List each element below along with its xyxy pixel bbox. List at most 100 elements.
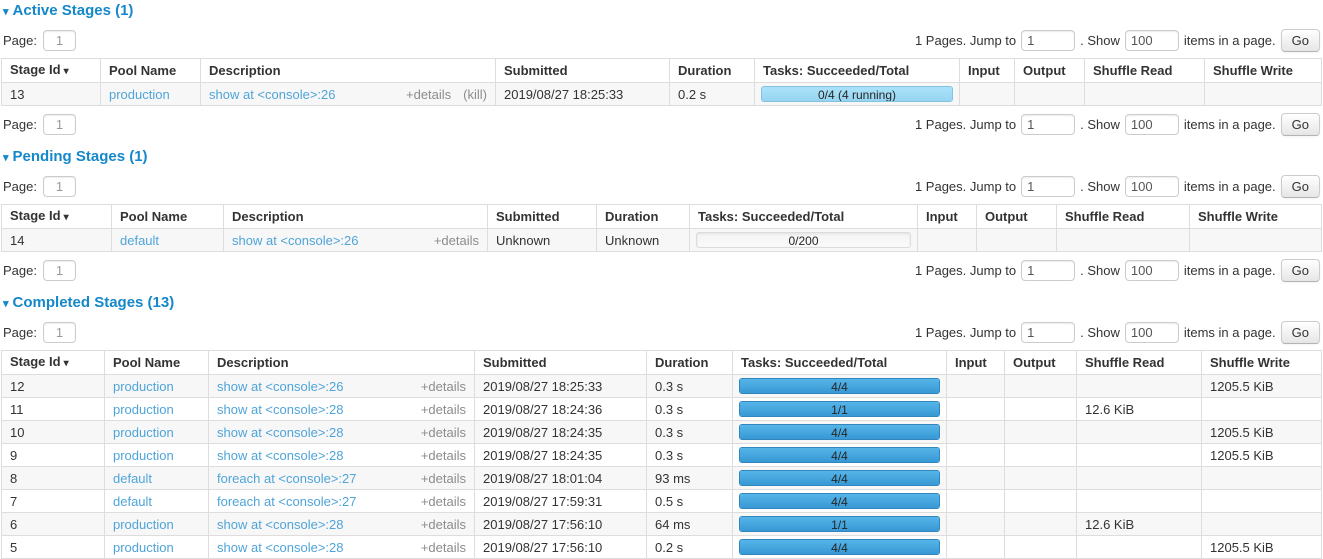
go-button[interactable]: Go [1281,113,1320,136]
shuffle-read-cell [1077,444,1202,467]
tasks-progress-bar: 1/1 [739,401,940,417]
pool-name-link[interactable]: production [113,379,174,394]
submitted-cell: 2019/08/27 18:01:04 [475,467,647,490]
col-submitted[interactable]: Submitted [496,59,670,83]
pool-name-link[interactable]: default [113,494,152,509]
col-duration[interactable]: Duration [597,205,690,229]
page-number-input[interactable] [43,176,76,197]
col-shuffle-write[interactable]: Shuffle Write [1202,351,1322,375]
description-link[interactable]: show at <console>:28 [217,448,343,463]
details-toggle[interactable]: +details [406,87,451,102]
show-label: . Show [1080,325,1120,340]
sort-arrow-icon: ▾ [64,212,69,223]
jump-to-page-input[interactable] [1021,260,1075,281]
section-title: Active Stages (1) [13,2,134,19]
col-stage-id[interactable]: Stage Id▾ [2,59,101,83]
table-row: 11 production show at <console>:28+detai… [2,398,1322,421]
details-toggle[interactable]: +details [421,448,466,463]
col-input[interactable]: Input [947,351,1005,375]
shuffle-write-cell [1202,467,1322,490]
go-button[interactable]: Go [1281,259,1320,282]
kill-link[interactable]: (kill) [463,87,487,102]
description-link[interactable]: foreach at <console>:27 [217,494,357,509]
pool-name-link[interactable]: production [113,402,174,417]
col-input[interactable]: Input [960,59,1015,83]
go-button[interactable]: Go [1281,175,1320,198]
details-toggle[interactable]: +details [421,517,466,532]
col-stage-id[interactable]: Stage Id▾ [2,351,105,375]
col-pool-name[interactable]: Pool Name [101,59,201,83]
col-duration[interactable]: Duration [670,59,755,83]
show-items-input[interactable] [1125,260,1179,281]
collapse-arrow-icon: ▾ [3,151,9,166]
details-toggle[interactable]: +details [421,379,466,394]
pool-name-link[interactable]: production [113,540,174,555]
show-items-input[interactable] [1125,322,1179,343]
col-pool-name[interactable]: Pool Name [105,351,209,375]
page-number-input[interactable] [43,30,76,51]
page-control: Page: [3,176,76,197]
details-toggle[interactable]: +details [434,233,479,248]
col-tasks[interactable]: Tasks: Succeeded/Total [755,59,960,83]
col-output[interactable]: Output [1015,59,1085,83]
page-number-input[interactable] [43,260,76,281]
completed-stages-table: Stage Id▾ Pool Name Description Submitte… [1,350,1322,559]
col-shuffle-write[interactable]: Shuffle Write [1190,205,1322,229]
col-pool-name[interactable]: Pool Name [112,205,224,229]
col-tasks[interactable]: Tasks: Succeeded/Total [733,351,947,375]
col-description[interactable]: Description [224,205,488,229]
page-number-input[interactable] [43,114,76,135]
details-toggle[interactable]: +details [421,494,466,509]
jump-to-page-input[interactable] [1021,176,1075,197]
col-shuffle-read[interactable]: Shuffle Read [1085,59,1205,83]
page-control: Page: [3,114,76,135]
col-input[interactable]: Input [918,205,977,229]
col-stage-id[interactable]: Stage Id▾ [2,205,112,229]
col-output[interactable]: Output [1005,351,1077,375]
stage-id-cell: 12 [2,375,105,398]
completed-stages-heading[interactable]: ▾Completed Stages (13) [3,295,1322,312]
details-toggle[interactable]: +details [421,540,466,555]
jump-to-page-input[interactable] [1021,114,1075,135]
go-button[interactable]: Go [1281,29,1320,52]
col-tasks[interactable]: Tasks: Succeeded/Total [690,205,918,229]
output-cell [1005,467,1077,490]
pool-name-link[interactable]: default [113,471,152,486]
pool-name-link[interactable]: default [120,233,159,248]
page-number-input[interactable] [43,322,76,343]
col-description[interactable]: Description [209,351,475,375]
col-shuffle-read[interactable]: Shuffle Read [1057,205,1190,229]
description-link[interactable]: foreach at <console>:27 [217,471,357,486]
description-link[interactable]: show at <console>:26 [232,233,358,248]
pool-name-link[interactable]: production [113,517,174,532]
col-description[interactable]: Description [201,59,496,83]
col-submitted[interactable]: Submitted [475,351,647,375]
jump-to-page-input[interactable] [1021,322,1075,343]
pool-name-link[interactable]: production [109,87,170,102]
pending-stages-heading[interactable]: ▾Pending Stages (1) [3,149,1322,166]
description-link[interactable]: show at <console>:28 [217,517,343,532]
col-output[interactable]: Output [977,205,1057,229]
go-button[interactable]: Go [1281,321,1320,344]
details-toggle[interactable]: +details [421,471,466,486]
jump-to-page-input[interactable] [1021,30,1075,51]
active-stages-heading[interactable]: ▾Active Stages (1) [3,3,1322,20]
output-cell [1005,398,1077,421]
col-duration[interactable]: Duration [647,351,733,375]
col-shuffle-write[interactable]: Shuffle Write [1205,59,1322,83]
show-items-input[interactable] [1125,30,1179,51]
pool-name-link[interactable]: production [113,448,174,463]
description-link[interactable]: show at <console>:28 [217,425,343,440]
description-link[interactable]: show at <console>:26 [209,87,335,102]
col-shuffle-read[interactable]: Shuffle Read [1077,351,1202,375]
col-submitted[interactable]: Submitted [488,205,597,229]
show-items-input[interactable] [1125,176,1179,197]
description-link[interactable]: show at <console>:28 [217,402,343,417]
pool-name-link[interactable]: production [113,425,174,440]
details-toggle[interactable]: +details [421,402,466,417]
show-items-input[interactable] [1125,114,1179,135]
shuffle-write-cell: 1205.5 KiB [1202,536,1322,559]
details-toggle[interactable]: +details [421,425,466,440]
description-link[interactable]: show at <console>:28 [217,540,343,555]
description-link[interactable]: show at <console>:26 [217,379,343,394]
